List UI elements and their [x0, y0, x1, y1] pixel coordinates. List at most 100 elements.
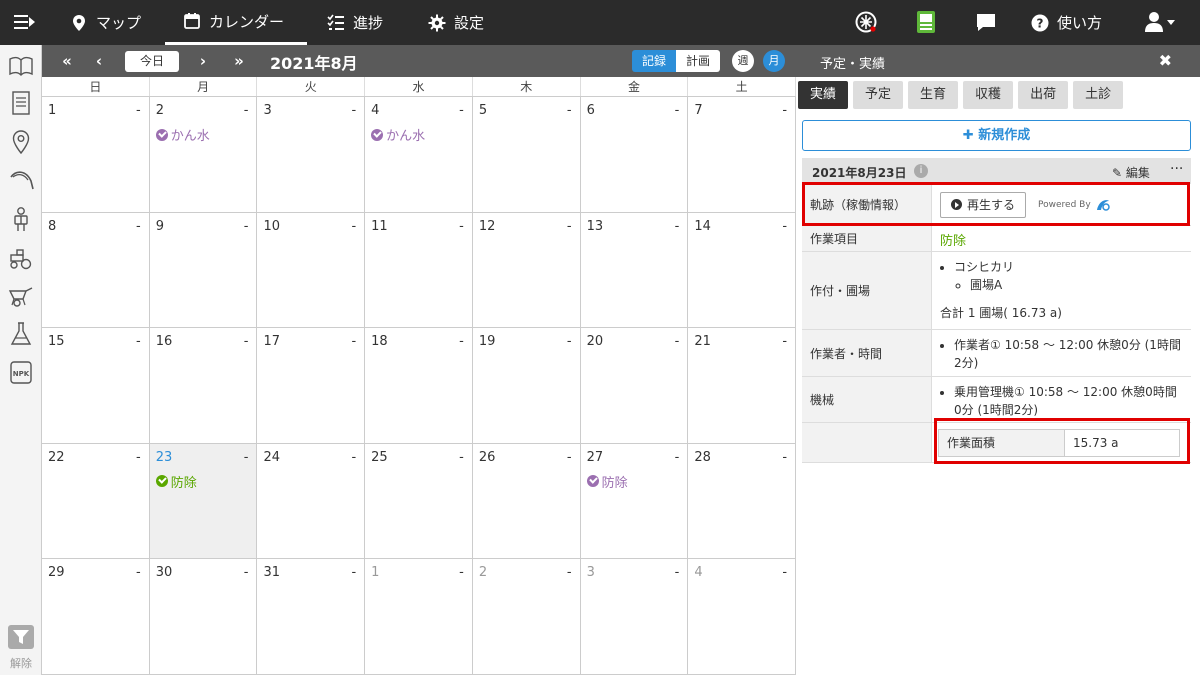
- record-toggle[interactable]: 記録: [632, 50, 676, 72]
- calendar-week: 15-16-17-18-19-20-21-: [42, 328, 797, 444]
- day-weather-placeholder: -: [566, 103, 572, 118]
- calendar-day[interactable]: 2 - かん水: [150, 97, 258, 212]
- calendar-day[interactable]: 1-: [42, 97, 150, 212]
- month-view-button[interactable]: 月: [763, 50, 785, 72]
- close-icon[interactable]: ✖: [1159, 51, 1172, 70]
- today-button[interactable]: 今日: [125, 51, 179, 72]
- calendar-day[interactable]: 30 -: [150, 559, 258, 674]
- week-view-button[interactable]: 週: [732, 50, 754, 72]
- filter-icon[interactable]: [8, 625, 34, 649]
- more-icon[interactable]: ···: [1170, 161, 1183, 177]
- calendar-day[interactable]: 12 -: [473, 212, 581, 328]
- day-number: 3: [263, 103, 272, 118]
- calendar-day[interactable]: 10 -: [257, 212, 366, 328]
- book-icon[interactable]: [8, 53, 34, 79]
- day-weather-placeholder: -: [782, 218, 788, 234]
- new-record-button[interactable]: ✚ 新規作成: [802, 120, 1191, 151]
- calendar-event[interactable]: 防除: [155, 472, 197, 491]
- calendar-day[interactable]: 15 -: [42, 328, 150, 443]
- day-weather-placeholder: -: [459, 449, 464, 465]
- event-label: 防除: [601, 475, 628, 491]
- calendar-day[interactable]: 26 -: [473, 443, 581, 559]
- day-weather-placeholder: -: [136, 565, 141, 581]
- calendar-event[interactable]: 防除: [586, 472, 628, 491]
- calendar-day[interactable]: 22 -: [42, 443, 150, 559]
- tab-growth[interactable]: 生育: [908, 81, 959, 109]
- user-menu-icon[interactable]: [1143, 10, 1177, 34]
- area-label: 作業面積: [939, 430, 1065, 456]
- next-month-icon[interactable]: ›: [194, 51, 212, 71]
- wheelbarrow-icon[interactable]: [8, 283, 34, 309]
- calendar-day[interactable]: 23 - 防除: [149, 443, 258, 559]
- calendar-day[interactable]: 5-: [473, 97, 581, 212]
- calendar-day[interactable]: 29 -: [42, 559, 150, 674]
- nav-help-label: 使い方: [1057, 14, 1103, 32]
- tab-soil[interactable]: 土診: [1073, 81, 1124, 109]
- day-weather-placeholder: -: [674, 565, 680, 581]
- nav-calendar[interactable]: カレンダー: [165, 0, 307, 45]
- calendar-day[interactable]: 9-: [150, 212, 258, 328]
- fertilizer-npk-icon[interactable]: NPK: [8, 359, 34, 385]
- calendar-day[interactable]: 3-: [257, 97, 366, 212]
- nav-progress[interactable]: 進捗: [327, 0, 383, 45]
- tractor-icon[interactable]: [8, 245, 34, 271]
- document-icon[interactable]: [8, 90, 34, 116]
- calendar-day[interactable]: 28 -: [688, 443, 797, 559]
- flask-icon[interactable]: [8, 321, 34, 347]
- calendar-day[interactable]: 13 -: [581, 212, 689, 328]
- nav-settings[interactable]: 設定: [428, 0, 484, 45]
- day-number: 24: [263, 449, 280, 465]
- plan-toggle[interactable]: 計画: [676, 50, 720, 72]
- calendar-day[interactable]: 31 -: [257, 559, 366, 674]
- calendar-day[interactable]: 16 -: [150, 328, 258, 443]
- day-weather-placeholder: -: [351, 565, 357, 581]
- prev-month-icon[interactable]: ‹: [90, 51, 108, 71]
- calendar-day[interactable]: 24 -: [257, 443, 366, 559]
- menu-toggle-icon[interactable]: [14, 12, 36, 32]
- calendar-day[interactable]: 14 -: [688, 212, 797, 328]
- calendar-event[interactable]: かん水: [155, 125, 210, 144]
- calendar-day[interactable]: 8-: [42, 212, 150, 328]
- calendar-grid: 日 月 火 水 木 金 土 1-2- かん水 3-4- かん水 5-6-7-8-9-10…: [42, 77, 797, 675]
- calendar-day[interactable]: 25 -: [365, 443, 473, 559]
- prev-year-icon[interactable]: «: [56, 51, 78, 71]
- calendar-day[interactable]: 6-: [581, 97, 689, 212]
- day-weather-placeholder: -: [566, 334, 572, 350]
- calendar-event[interactable]: かん水: [371, 125, 425, 144]
- calendar-day[interactable]: 11 -: [365, 212, 473, 328]
- calendar-day[interactable]: 17 -: [257, 328, 366, 443]
- row-worker: 作業者・時間 作業者① 10:58 〜 12:00 休憩0分 (1時間2分): [802, 330, 1191, 377]
- nav-calendar-label: カレンダー: [209, 12, 285, 31]
- calendar-day[interactable]: 20 -: [581, 328, 689, 443]
- calendar-day[interactable]: 7-: [688, 97, 797, 212]
- filter-clear-label[interactable]: 解除: [0, 655, 42, 671]
- calendar-day[interactable]: 19 -: [473, 328, 581, 443]
- edit-button[interactable]: ✎ 編集: [1112, 164, 1150, 181]
- info-icon[interactable]: i: [914, 164, 928, 178]
- tab-actual[interactable]: 実績: [798, 81, 849, 109]
- sickle-icon[interactable]: [8, 167, 34, 193]
- calendar-day[interactable]: 27 - 防除: [581, 443, 689, 559]
- tab-plan[interactable]: 予定: [853, 81, 904, 109]
- calendar-day[interactable]: 18 -: [365, 328, 473, 443]
- day-number: 17: [263, 334, 280, 350]
- rice-logo-icon[interactable]: [854, 10, 878, 34]
- nav-help[interactable]: ? 使い方: [1031, 0, 1102, 45]
- chat-icon[interactable]: [974, 10, 998, 34]
- day-number: 5: [478, 103, 488, 118]
- play-button[interactable]: 再生する: [940, 191, 1027, 218]
- day-number: 11: [371, 218, 388, 234]
- location-icon[interactable]: [8, 129, 34, 155]
- tab-shipment[interactable]: 出荷: [1018, 81, 1069, 109]
- notebook-icon[interactable]: [914, 10, 938, 34]
- tab-harvest[interactable]: 収穫: [963, 81, 1014, 109]
- calendar-day[interactable]: 1-: [365, 559, 473, 674]
- next-year-icon[interactable]: »: [228, 51, 250, 71]
- worker-icon[interactable]: [8, 206, 34, 232]
- calendar-day[interactable]: 21 -: [688, 328, 797, 443]
- calendar-day[interactable]: 4 - かん水: [365, 97, 473, 212]
- calendar-day[interactable]: 3-: [581, 559, 689, 674]
- nav-map[interactable]: マップ: [70, 0, 141, 45]
- calendar-day[interactable]: 2-: [473, 559, 581, 674]
- calendar-day[interactable]: 4-: [688, 559, 797, 674]
